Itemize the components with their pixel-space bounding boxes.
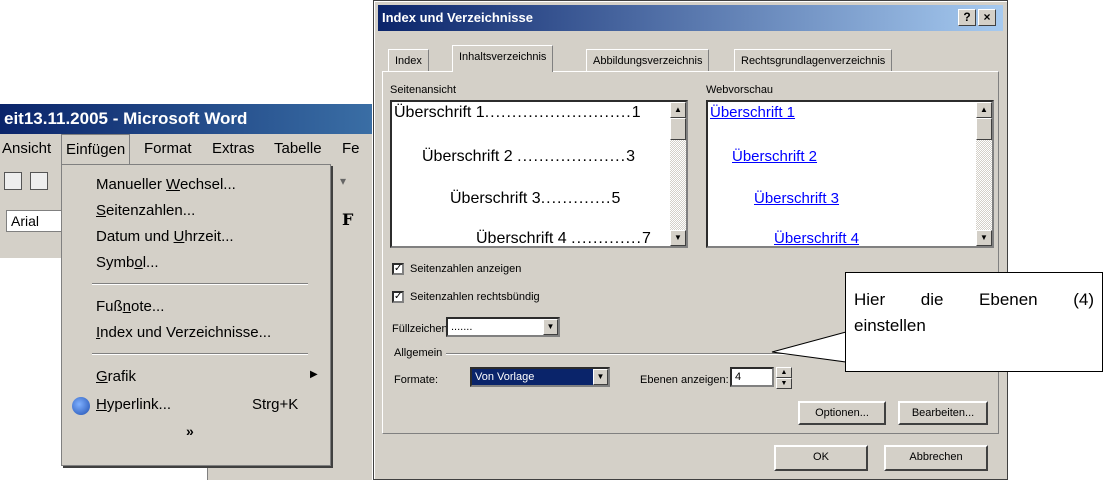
spin-down-icon[interactable]: ▼ — [776, 378, 792, 389]
show-page-numbers-checkbox[interactable]: ✓ Seitenzahlen anzeigen — [392, 263, 521, 276]
dialog-title: Index und Verzeichnisse — [382, 10, 533, 25]
menu-item-page-numbers[interactable]: Seitenzahlen... — [96, 199, 195, 223]
callout-text: Hier die Ebenen (4) einstellen — [854, 287, 1094, 339]
menu-item-symbol[interactable]: Symbol... — [96, 251, 159, 275]
dialog-title-bar: Index und Verzeichnisse ? × — [378, 5, 1003, 31]
levels-input[interactable]: 4 — [730, 367, 774, 387]
edit-button[interactable]: Bearbeiten... — [898, 401, 988, 425]
insert-menu: Manueller Wechsel... Seitenzahlen... Dat… — [61, 164, 331, 466]
menu-einfuegen[interactable]: Einfügen — [61, 134, 131, 164]
print-preview-label: Seitenansicht — [390, 84, 457, 96]
levels-spinner[interactable]: ▲ ▼ — [776, 367, 792, 389]
checkbox-checked-icon[interactable]: ✓ — [392, 263, 404, 276]
word-window: eit13.11.2005 - Microsoft Word Ansicht E… — [0, 98, 372, 480]
hyperlink-shortcut: Strg+K — [252, 396, 299, 413]
help-button[interactable]: ? — [958, 9, 976, 26]
callout-line: einstellen — [854, 316, 926, 335]
callout-pointer — [771, 331, 847, 363]
menu-item-manual-break[interactable]: Manueller Wechsel... — [96, 173, 236, 197]
menu-item-index-toc[interactable]: Index und Verzeichnisse... — [96, 321, 271, 345]
formats-select[interactable]: Von Vorlage ▼ — [470, 367, 610, 387]
print-preview-line: Überschrift 4 .............7 — [476, 230, 651, 247]
chevron-down-icon[interactable]: ▼ — [593, 369, 608, 385]
web-preview-link[interactable]: Überschrift 2 — [732, 148, 817, 165]
tab-index[interactable]: Index — [388, 49, 429, 71]
menu-fenster[interactable]: Fe — [338, 134, 364, 164]
levels-label: Ebenen anzeigen: — [640, 374, 729, 386]
web-preview-scrollbar[interactable]: ▲ ▼ — [976, 102, 992, 246]
index-dialog: Index und Verzeichnisse ? × Index Inhalt… — [373, 0, 1008, 480]
callout-box: Hier die Ebenen (4) einstellen — [845, 272, 1103, 372]
menu-expand-chevron-icon[interactable]: » — [186, 423, 194, 439]
scroll-thumb[interactable] — [976, 118, 992, 140]
menu-item-picture[interactable]: Grafik — [96, 365, 136, 389]
menu-item-date-time[interactable]: Datum und Uhrzeit... — [96, 225, 234, 249]
web-preview-link[interactable]: Überschrift 3 — [754, 190, 839, 207]
web-preview-link[interactable]: Überschrift 1 — [710, 104, 795, 121]
toolbar-dropdown-icon[interactable]: ▾ — [340, 174, 346, 188]
print-preview-line: Überschrift 2 ....................3 — [422, 148, 635, 165]
menu-format[interactable]: Format — [140, 134, 196, 164]
menu-item-hyperlink[interactable]: Hyperlink... — [96, 393, 171, 417]
formats-label: Formate: — [394, 374, 439, 386]
word-title-bar: eit13.11.2005 - Microsoft Word — [0, 104, 372, 134]
tab-authorities[interactable]: Rechtsgrundlagenverzeichnis — [734, 49, 893, 71]
menu-item-footnote[interactable]: Fußnote... — [96, 295, 164, 319]
tab-leader-select[interactable]: ....... ▼ — [446, 317, 560, 337]
word-menubar: Ansicht Einfügen Format Extras Tabelle F… — [0, 134, 372, 164]
tab-figures[interactable]: Abbildungsverzeichnis — [586, 49, 710, 71]
print-preview-scrollbar[interactable]: ▲ ▼ — [670, 102, 686, 246]
font-name-value: Arial — [11, 213, 40, 229]
web-preview-box[interactable]: Überschrift 1 Überschrift 2 Überschrift … — [706, 100, 994, 248]
print-preview-line: Überschrift 3.............5 — [450, 190, 621, 207]
hyperlink-globe-icon — [72, 397, 90, 415]
scroll-up-icon[interactable]: ▲ — [976, 102, 992, 118]
menu-separator — [92, 283, 308, 285]
scroll-down-icon[interactable]: ▼ — [976, 230, 992, 246]
menu-tabelle[interactable]: Tabelle — [270, 134, 326, 164]
chevron-down-icon[interactable]: ▼ — [543, 319, 558, 335]
print-icon[interactable] — [4, 172, 22, 190]
tab-toc[interactable]: Inhaltsverzeichnis — [452, 45, 554, 72]
callout-line: Hier die Ebenen (4) — [854, 290, 1094, 309]
ok-button[interactable]: OK — [774, 445, 868, 471]
tab-leader-label: Füllzeichen: — [392, 323, 451, 335]
cancel-button[interactable]: Abbrechen — [884, 445, 988, 471]
scroll-down-icon[interactable]: ▼ — [670, 230, 686, 246]
general-group-label: Allgemein — [394, 347, 447, 359]
print-preview-box[interactable]: Überschrift 1...........................… — [390, 100, 688, 248]
right-align-checkbox[interactable]: ✓ Seitenzahlen rechtsbündig — [392, 291, 540, 304]
close-button[interactable]: × — [978, 9, 996, 26]
bold-button[interactable]: F — [342, 210, 353, 229]
scroll-thumb[interactable] — [670, 118, 686, 140]
web-preview-label: Webvorschau — [706, 84, 774, 96]
submenu-arrow-icon: ▶ — [310, 369, 318, 380]
print-preview-icon[interactable] — [30, 172, 48, 190]
web-preview-link[interactable]: Überschrift 4 — [774, 230, 859, 246]
font-name-box[interactable]: Arial — [6, 210, 62, 232]
checkbox-checked-icon[interactable]: ✓ — [392, 291, 404, 304]
menu-extras[interactable]: Extras — [208, 134, 259, 164]
print-preview-line: Überschrift 1...........................… — [394, 104, 641, 121]
word-window-title: eit13.11.2005 - Microsoft Word — [4, 109, 248, 128]
options-button[interactable]: Optionen... — [798, 401, 886, 425]
menu-separator — [92, 353, 308, 355]
scroll-up-icon[interactable]: ▲ — [670, 102, 686, 118]
menu-ansicht[interactable]: Ansicht — [0, 134, 55, 164]
